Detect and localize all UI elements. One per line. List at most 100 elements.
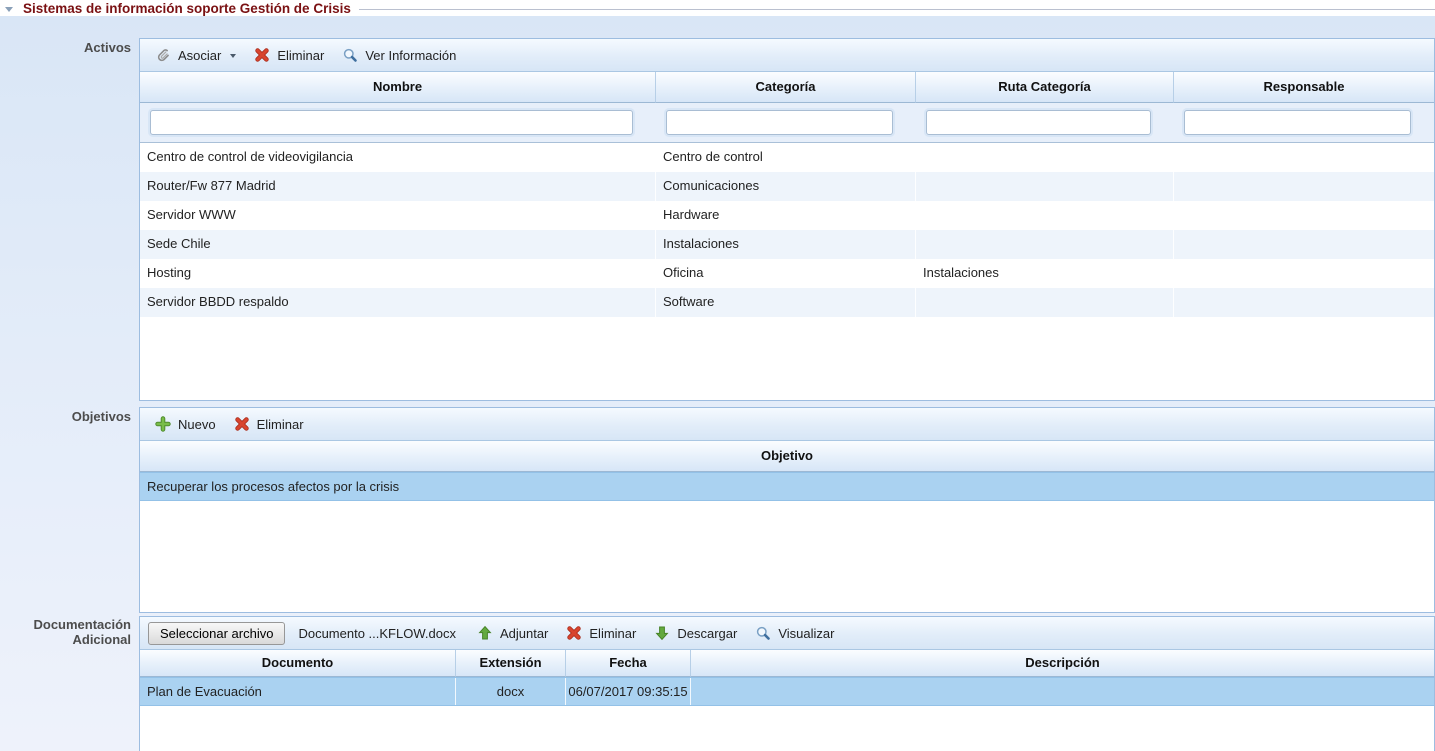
cell-ruta-categoria bbox=[916, 143, 1174, 172]
asociar-label: Asociar bbox=[178, 48, 221, 63]
activos-toolbar: Asociar Eliminar Ver Información bbox=[140, 39, 1434, 72]
green-down-arrow-icon bbox=[654, 625, 670, 641]
cell-categoria: Hardware bbox=[656, 201, 916, 230]
cell-nombre: Sede Chile bbox=[140, 230, 656, 259]
table-row[interactable]: Hosting Oficina Instalaciones bbox=[140, 259, 1434, 288]
table-row[interactable]: Recuperar los procesos afectos por la cr… bbox=[140, 472, 1434, 501]
cell-nombre: Servidor WWW bbox=[140, 201, 656, 230]
cell-nombre: Servidor BBDD respaldo bbox=[140, 288, 656, 317]
cell-categoria: Oficina bbox=[656, 259, 916, 288]
filter-categoria-input[interactable] bbox=[666, 110, 893, 135]
column-header-categoria[interactable]: Categoría bbox=[656, 72, 916, 103]
cell-nombre: Centro de control de videovigilancia bbox=[140, 143, 656, 172]
column-header-descripcion[interactable]: Descripción bbox=[691, 650, 1434, 677]
collapse-arrow-icon[interactable] bbox=[5, 7, 13, 12]
cell-fecha: 06/07/2017 09:35:15 bbox=[566, 678, 691, 705]
asociar-button[interactable]: Asociar bbox=[148, 44, 243, 66]
objetivos-panel: Nuevo Eliminar Objetivo Recuperar los pr… bbox=[139, 407, 1435, 613]
table-row[interactable]: Centro de control de videovigilancia Cen… bbox=[140, 143, 1434, 172]
cell-extension: docx bbox=[456, 678, 566, 705]
cell-ruta-categoria bbox=[916, 172, 1174, 201]
cell-responsable bbox=[1174, 288, 1434, 317]
cell-descripcion bbox=[691, 678, 1434, 705]
activos-label: Activos bbox=[0, 40, 131, 55]
nuevo-objetivo-label: Nuevo bbox=[178, 417, 216, 432]
crisis-management-screen: Sistemas de información soporte Gestión … bbox=[0, 0, 1435, 751]
documentacion-label-line1: Documentación bbox=[0, 617, 131, 632]
documentacion-label-line2: Adicional bbox=[0, 632, 131, 647]
filter-responsable-input[interactable] bbox=[1184, 110, 1411, 135]
cell-ruta-categoria bbox=[916, 201, 1174, 230]
documentacion-toolbar: Seleccionar archivo Documento ...KFLOW.d… bbox=[140, 617, 1434, 650]
filter-ruta-categoria-input[interactable] bbox=[926, 110, 1151, 135]
descargar-label: Descargar bbox=[677, 626, 737, 641]
eliminar-activo-button[interactable]: Eliminar bbox=[247, 44, 331, 66]
cell-categoria: Comunicaciones bbox=[656, 172, 916, 201]
eliminar-documento-button[interactable]: Eliminar bbox=[559, 622, 643, 644]
seleccionar-archivo-button[interactable]: Seleccionar archivo bbox=[148, 622, 285, 645]
table-row[interactable]: Plan de Evacuación docx 06/07/2017 09:35… bbox=[140, 677, 1434, 706]
red-x-icon bbox=[254, 47, 270, 63]
visualizar-label: Visualizar bbox=[778, 626, 834, 641]
adjuntar-label: Adjuntar bbox=[500, 626, 548, 641]
ver-informacion-button[interactable]: Ver Información bbox=[335, 44, 463, 66]
cell-responsable bbox=[1174, 230, 1434, 259]
objetivos-header-row: Objetivo bbox=[140, 441, 1434, 472]
cell-responsable bbox=[1174, 201, 1434, 230]
table-row[interactable]: Servidor BBDD respaldo Software bbox=[140, 288, 1434, 317]
cell-responsable bbox=[1174, 172, 1434, 201]
table-row[interactable]: Sede Chile Instalaciones bbox=[140, 230, 1434, 259]
paperclip-icon bbox=[155, 47, 171, 63]
activos-filter-row bbox=[140, 103, 1434, 143]
visualizar-button[interactable]: Visualizar bbox=[748, 622, 841, 644]
legend-divider bbox=[359, 9, 1435, 10]
nuevo-objetivo-button[interactable]: Nuevo bbox=[148, 413, 223, 435]
cell-nombre: Router/Fw 877 Madrid bbox=[140, 172, 656, 201]
column-header-fecha[interactable]: Fecha bbox=[566, 650, 691, 677]
cell-nombre: Hosting bbox=[140, 259, 656, 288]
magnifier-icon bbox=[342, 47, 358, 63]
activos-header-row: Nombre Categoría Ruta Categoría Responsa… bbox=[140, 72, 1434, 103]
green-up-arrow-icon bbox=[477, 625, 493, 641]
eliminar-activo-label: Eliminar bbox=[277, 48, 324, 63]
cell-categoria: Software bbox=[656, 288, 916, 317]
eliminar-objetivo-label: Eliminar bbox=[257, 417, 304, 432]
page-title: Sistemas de información soporte Gestión … bbox=[23, 1, 351, 16]
column-header-documento[interactable]: Documento bbox=[140, 650, 456, 677]
fieldset-legend: Sistemas de información soporte Gestión … bbox=[0, 0, 1435, 16]
red-x-icon bbox=[234, 416, 250, 432]
documentacion-grid-empty-area bbox=[140, 706, 1434, 751]
column-header-extension[interactable]: Extensión bbox=[456, 650, 566, 677]
green-plus-icon bbox=[155, 416, 171, 432]
red-x-icon bbox=[566, 625, 582, 641]
objetivos-toolbar: Nuevo Eliminar bbox=[140, 408, 1434, 441]
table-row[interactable]: Router/Fw 877 Madrid Comunicaciones bbox=[140, 172, 1434, 201]
column-header-objetivo[interactable]: Objetivo bbox=[140, 441, 1434, 472]
adjuntar-button[interactable]: Adjuntar bbox=[470, 622, 555, 644]
cell-ruta-categoria bbox=[916, 288, 1174, 317]
form-body: Activos Asociar Eliminar bbox=[0, 16, 1435, 751]
cell-objetivo: Recuperar los procesos afectos por la cr… bbox=[140, 473, 1434, 500]
ver-informacion-label: Ver Información bbox=[365, 48, 456, 63]
eliminar-documento-label: Eliminar bbox=[589, 626, 636, 641]
cell-responsable bbox=[1174, 259, 1434, 288]
documentacion-panel: Seleccionar archivo Documento ...KFLOW.d… bbox=[139, 616, 1435, 751]
cell-categoria: Centro de control bbox=[656, 143, 916, 172]
chevron-down-icon[interactable] bbox=[230, 54, 236, 58]
descargar-button[interactable]: Descargar bbox=[647, 622, 744, 644]
objetivos-label: Objetivos bbox=[0, 409, 131, 424]
selected-file-name: Documento ...KFLOW.docx bbox=[298, 626, 456, 641]
documentacion-label: Documentación Adicional bbox=[0, 617, 131, 647]
activos-grid-empty-area bbox=[140, 317, 1434, 400]
table-row[interactable]: Servidor WWW Hardware bbox=[140, 201, 1434, 230]
cell-responsable bbox=[1174, 143, 1434, 172]
filter-nombre-input[interactable] bbox=[150, 110, 633, 135]
objetivos-grid-empty-area bbox=[140, 501, 1434, 612]
eliminar-objetivo-button[interactable]: Eliminar bbox=[227, 413, 311, 435]
column-header-responsable[interactable]: Responsable bbox=[1174, 72, 1434, 103]
cell-ruta-categoria: Instalaciones bbox=[916, 259, 1174, 288]
column-header-nombre[interactable]: Nombre bbox=[140, 72, 656, 103]
cell-ruta-categoria bbox=[916, 230, 1174, 259]
column-header-ruta-categoria[interactable]: Ruta Categoría bbox=[916, 72, 1174, 103]
magnifier-icon bbox=[755, 625, 771, 641]
